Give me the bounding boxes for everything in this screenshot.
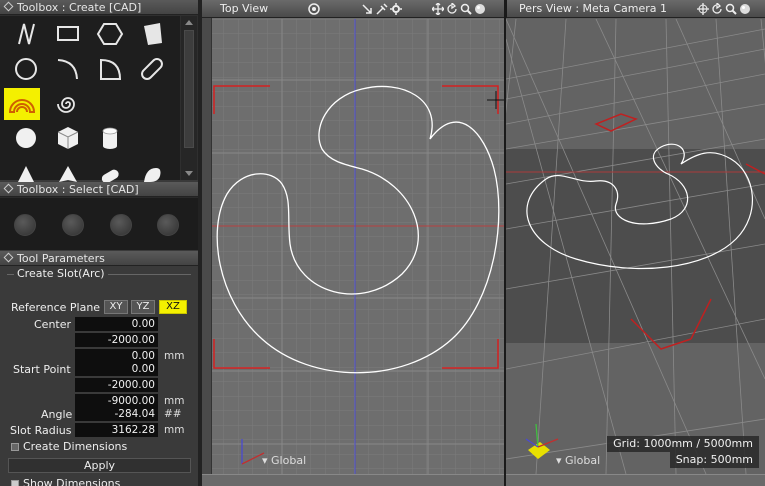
select-tool-2-icon[interactable] <box>62 214 84 236</box>
sector-icon[interactable] <box>92 53 128 85</box>
pan-icon[interactable] <box>697 3 709 15</box>
scroll-up-icon[interactable] <box>185 20 193 25</box>
angle-field[interactable]: -284.04 <box>75 407 158 421</box>
create-tool-grid <box>0 16 180 184</box>
grid-info: Grid: 1000mm / 5000mm <box>607 436 759 452</box>
top-view-title[interactable]: Top View <box>220 0 268 18</box>
angle-label: Angle <box>41 408 73 421</box>
rotate-icon[interactable] <box>711 1 723 15</box>
plane-xz-button[interactable]: XZ <box>159 300 187 314</box>
persp-view-coord-label[interactable]: ▾ Global <box>556 454 600 467</box>
slot-radius-label: Slot Radius <box>10 424 72 437</box>
slot-arc-icon[interactable] <box>4 88 40 120</box>
reference-plane-label: Reference Plane <box>11 301 101 314</box>
plane-yz-button[interactable]: YZ <box>131 300 155 314</box>
view-sphere-icon[interactable] <box>739 3 751 15</box>
select-tool-1-icon[interactable] <box>14 214 36 236</box>
toolbox-create-scrollbar[interactable] <box>181 16 197 180</box>
toolbox-select-title: Toolbox : Select [CAD] <box>0 182 198 197</box>
arc-icon[interactable] <box>50 53 86 85</box>
snap-info: Snap: 500mm <box>669 452 759 468</box>
toolbox-create-panel: Toolbox : Create [CAD] <box>0 0 198 184</box>
select-tool-row <box>0 198 198 250</box>
persp-view-scrollbar[interactable] <box>506 474 765 486</box>
zoom-icon[interactable] <box>725 3 737 15</box>
create-dimensions-checkbox[interactable] <box>11 443 19 451</box>
top-view-scrollbar[interactable] <box>202 474 504 486</box>
collapse-diamond-icon[interactable] <box>3 183 14 194</box>
show-dimensions-label: Show Dimensions <box>23 477 121 486</box>
target-icon[interactable] <box>308 3 320 15</box>
collapse-diamond-icon[interactable] <box>3 252 14 263</box>
center-y-field[interactable]: -2000.00 <box>75 333 158 347</box>
toolbox-create-title: Toolbox : Create [CAD] <box>0 0 198 15</box>
top-view-canvas[interactable] <box>212 19 504 474</box>
tool-parameters-panel: Tool Parameters Create Slot(Arc) Referen… <box>0 251 198 486</box>
plane-xy-button[interactable]: XY <box>104 300 128 314</box>
start-x-field[interactable]: 0.00 <box>75 362 158 376</box>
center-label: Center <box>34 318 72 331</box>
perspective-viewport[interactable]: Pers View : Meta Camera 1 ▾ Global Grid:… <box>506 0 765 486</box>
pan-icon[interactable] <box>431 2 445 16</box>
create-dimensions-label: Create Dimensions <box>23 440 128 453</box>
slot-radius-field[interactable]: 3162.28 <box>75 423 158 437</box>
start-z-field[interactable]: -9000.00 <box>75 394 158 408</box>
top-view-ruler <box>202 18 212 486</box>
rotate-icon[interactable] <box>446 1 458 15</box>
toolbox-select-panel: Toolbox : Select [CAD] <box>0 182 198 250</box>
persp-view-header: Pers View : Meta Camera 1 <box>506 0 765 18</box>
start-unit: mm <box>164 395 185 407</box>
top-viewport[interactable]: Top View ▾ Global <box>202 0 504 486</box>
snap-icon[interactable] <box>362 3 374 15</box>
cylinder-icon[interactable] <box>92 122 128 154</box>
center-z-field[interactable]: 0.00 <box>75 349 158 363</box>
slot-icon[interactable] <box>134 53 170 85</box>
slot-radius-unit: mm <box>164 424 185 436</box>
angle-unit: ## <box>164 408 182 420</box>
sphere-icon[interactable] <box>8 122 44 154</box>
center-x-field[interactable]: 0.00 <box>75 317 158 331</box>
polygon-icon[interactable] <box>92 18 128 50</box>
scroll-down-icon[interactable] <box>185 171 193 176</box>
apply-button[interactable]: Apply <box>8 458 191 473</box>
persp-view-canvas[interactable] <box>506 19 765 474</box>
tool-parameters-body: Create Slot(Arc) Reference Plane XY YZ X… <box>4 267 194 486</box>
rectangle-icon[interactable] <box>50 18 86 50</box>
select-tool-3-icon[interactable] <box>110 214 132 236</box>
persp-view-title[interactable]: Pers View : Meta Camera 1 <box>519 0 667 18</box>
settings-icon[interactable] <box>390 3 402 15</box>
left-panel: Toolbox : Create [CAD] Toolbox: Select … <box>0 0 198 486</box>
spiral-icon[interactable] <box>50 88 86 120</box>
top-view-coord-label[interactable]: ▾ Global <box>262 454 306 467</box>
circle-icon[interactable] <box>8 53 44 85</box>
collapse-diamond-icon[interactable] <box>3 1 14 12</box>
show-dimensions-checkbox[interactable] <box>11 480 19 486</box>
zoom-icon[interactable] <box>460 3 472 15</box>
line-icon[interactable] <box>8 18 44 50</box>
select-tool-4-icon[interactable] <box>157 214 179 236</box>
start-y-field[interactable]: -2000.00 <box>75 378 158 392</box>
scroll-thumb[interactable] <box>184 30 194 148</box>
center-unit: mm <box>164 350 185 362</box>
start-point-label: Start Point <box>13 363 71 376</box>
pick-icon[interactable] <box>376 3 388 15</box>
tool-parameters-title: Tool Parameters <box>0 251 198 266</box>
group-title: Create Slot(Arc) <box>14 267 108 280</box>
parallelogram-icon[interactable] <box>134 18 170 50</box>
top-view-header: Top View <box>202 0 504 18</box>
box-icon[interactable] <box>50 122 86 154</box>
view-sphere-icon[interactable] <box>474 3 486 15</box>
